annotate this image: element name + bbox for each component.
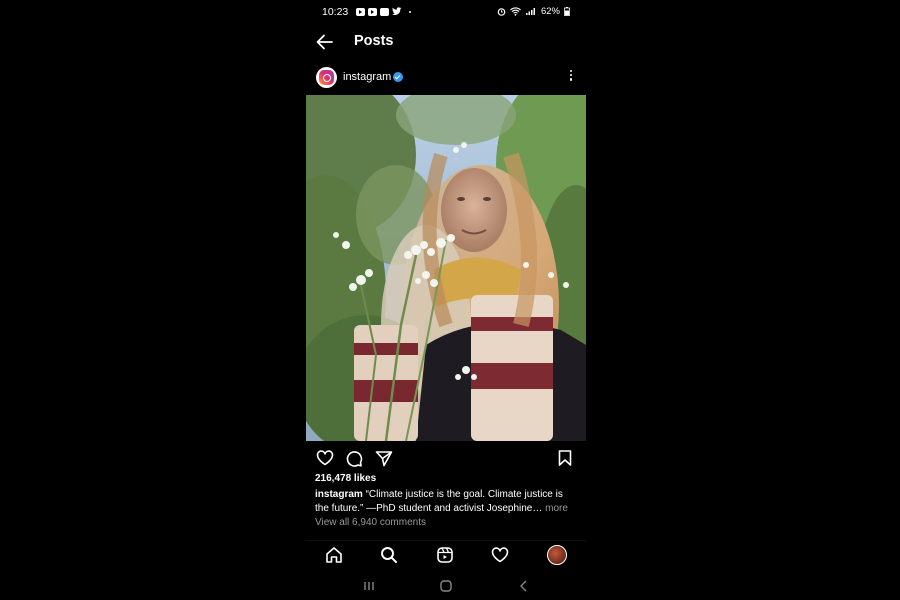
dot-icon <box>569 78 573 81</box>
wifi-icon <box>510 7 521 16</box>
twitter-icon <box>392 7 402 15</box>
home-icon <box>326 547 342 563</box>
bottom-navigation <box>306 540 586 569</box>
nav-reels[interactable] <box>435 545 455 565</box>
verified-badge-icon <box>393 72 403 82</box>
nav-profile-avatar[interactable] <box>547 545 567 565</box>
more-notifications-icon <box>409 10 411 13</box>
top-bar: Posts <box>306 28 586 56</box>
nav-home[interactable] <box>324 545 344 565</box>
like-count[interactable]: 216,478 likes <box>315 473 376 484</box>
signal-icon <box>525 8 535 15</box>
comment-icon <box>346 451 363 467</box>
alarm-icon <box>497 8 506 16</box>
account-avatar[interactable] <box>316 67 337 88</box>
battery-icon <box>564 7 570 16</box>
status-bar: 10:23 62% <box>306 0 586 24</box>
caption-ellipsis: … <box>532 503 543 514</box>
like-button[interactable] <box>315 448 335 468</box>
post-header: instagram <box>306 66 586 90</box>
email-icon <box>380 7 389 16</box>
comment-button[interactable] <box>344 448 364 468</box>
recents-button[interactable] <box>361 578 377 594</box>
caption-username[interactable]: instagram <box>315 489 363 500</box>
reels-icon <box>437 547 453 563</box>
status-time: 10:23 <box>322 6 349 18</box>
battery-percent: 62% <box>540 6 560 17</box>
system-navigation <box>306 572 586 600</box>
post-actions <box>306 446 586 470</box>
activity-heart-icon <box>491 547 509 563</box>
system-back-button[interactable] <box>516 578 532 594</box>
back-button[interactable] <box>314 32 336 52</box>
nav-activity[interactable] <box>490 545 510 565</box>
home-button-icon <box>440 580 452 592</box>
share-button[interactable] <box>374 448 394 468</box>
instagram-logo-icon <box>319 70 334 85</box>
post-options-button[interactable] <box>568 70 574 84</box>
dot-icon <box>569 70 573 73</box>
notification-icons <box>356 7 411 16</box>
post-image[interactable] <box>306 95 586 441</box>
search-icon <box>381 547 397 563</box>
back-icon <box>520 580 527 592</box>
instagram-app: 10:23 62% Posts instagram 216,478 likes … <box>306 0 586 600</box>
bookmark-icon <box>558 450 572 466</box>
youtube-icon <box>368 7 377 16</box>
home-button[interactable] <box>438 578 454 594</box>
save-button[interactable] <box>555 448 575 468</box>
share-icon <box>375 451 393 467</box>
post-username[interactable]: instagram <box>343 71 391 83</box>
page-title: Posts <box>354 33 394 49</box>
youtube-icon <box>356 7 365 16</box>
arrow-left-icon <box>316 34 333 50</box>
post-caption: instagram “Climate justice is the goal. … <box>315 488 577 516</box>
nav-search[interactable] <box>379 545 399 565</box>
recents-icon <box>364 582 374 590</box>
post-photo-illustration <box>306 95 586 441</box>
caption-more-link[interactable]: more <box>542 503 568 514</box>
dot-icon <box>569 74 573 77</box>
system-status: 62% <box>497 6 570 17</box>
heart-icon <box>316 450 334 466</box>
view-comments-link[interactable]: View all 6,940 comments <box>315 517 426 528</box>
